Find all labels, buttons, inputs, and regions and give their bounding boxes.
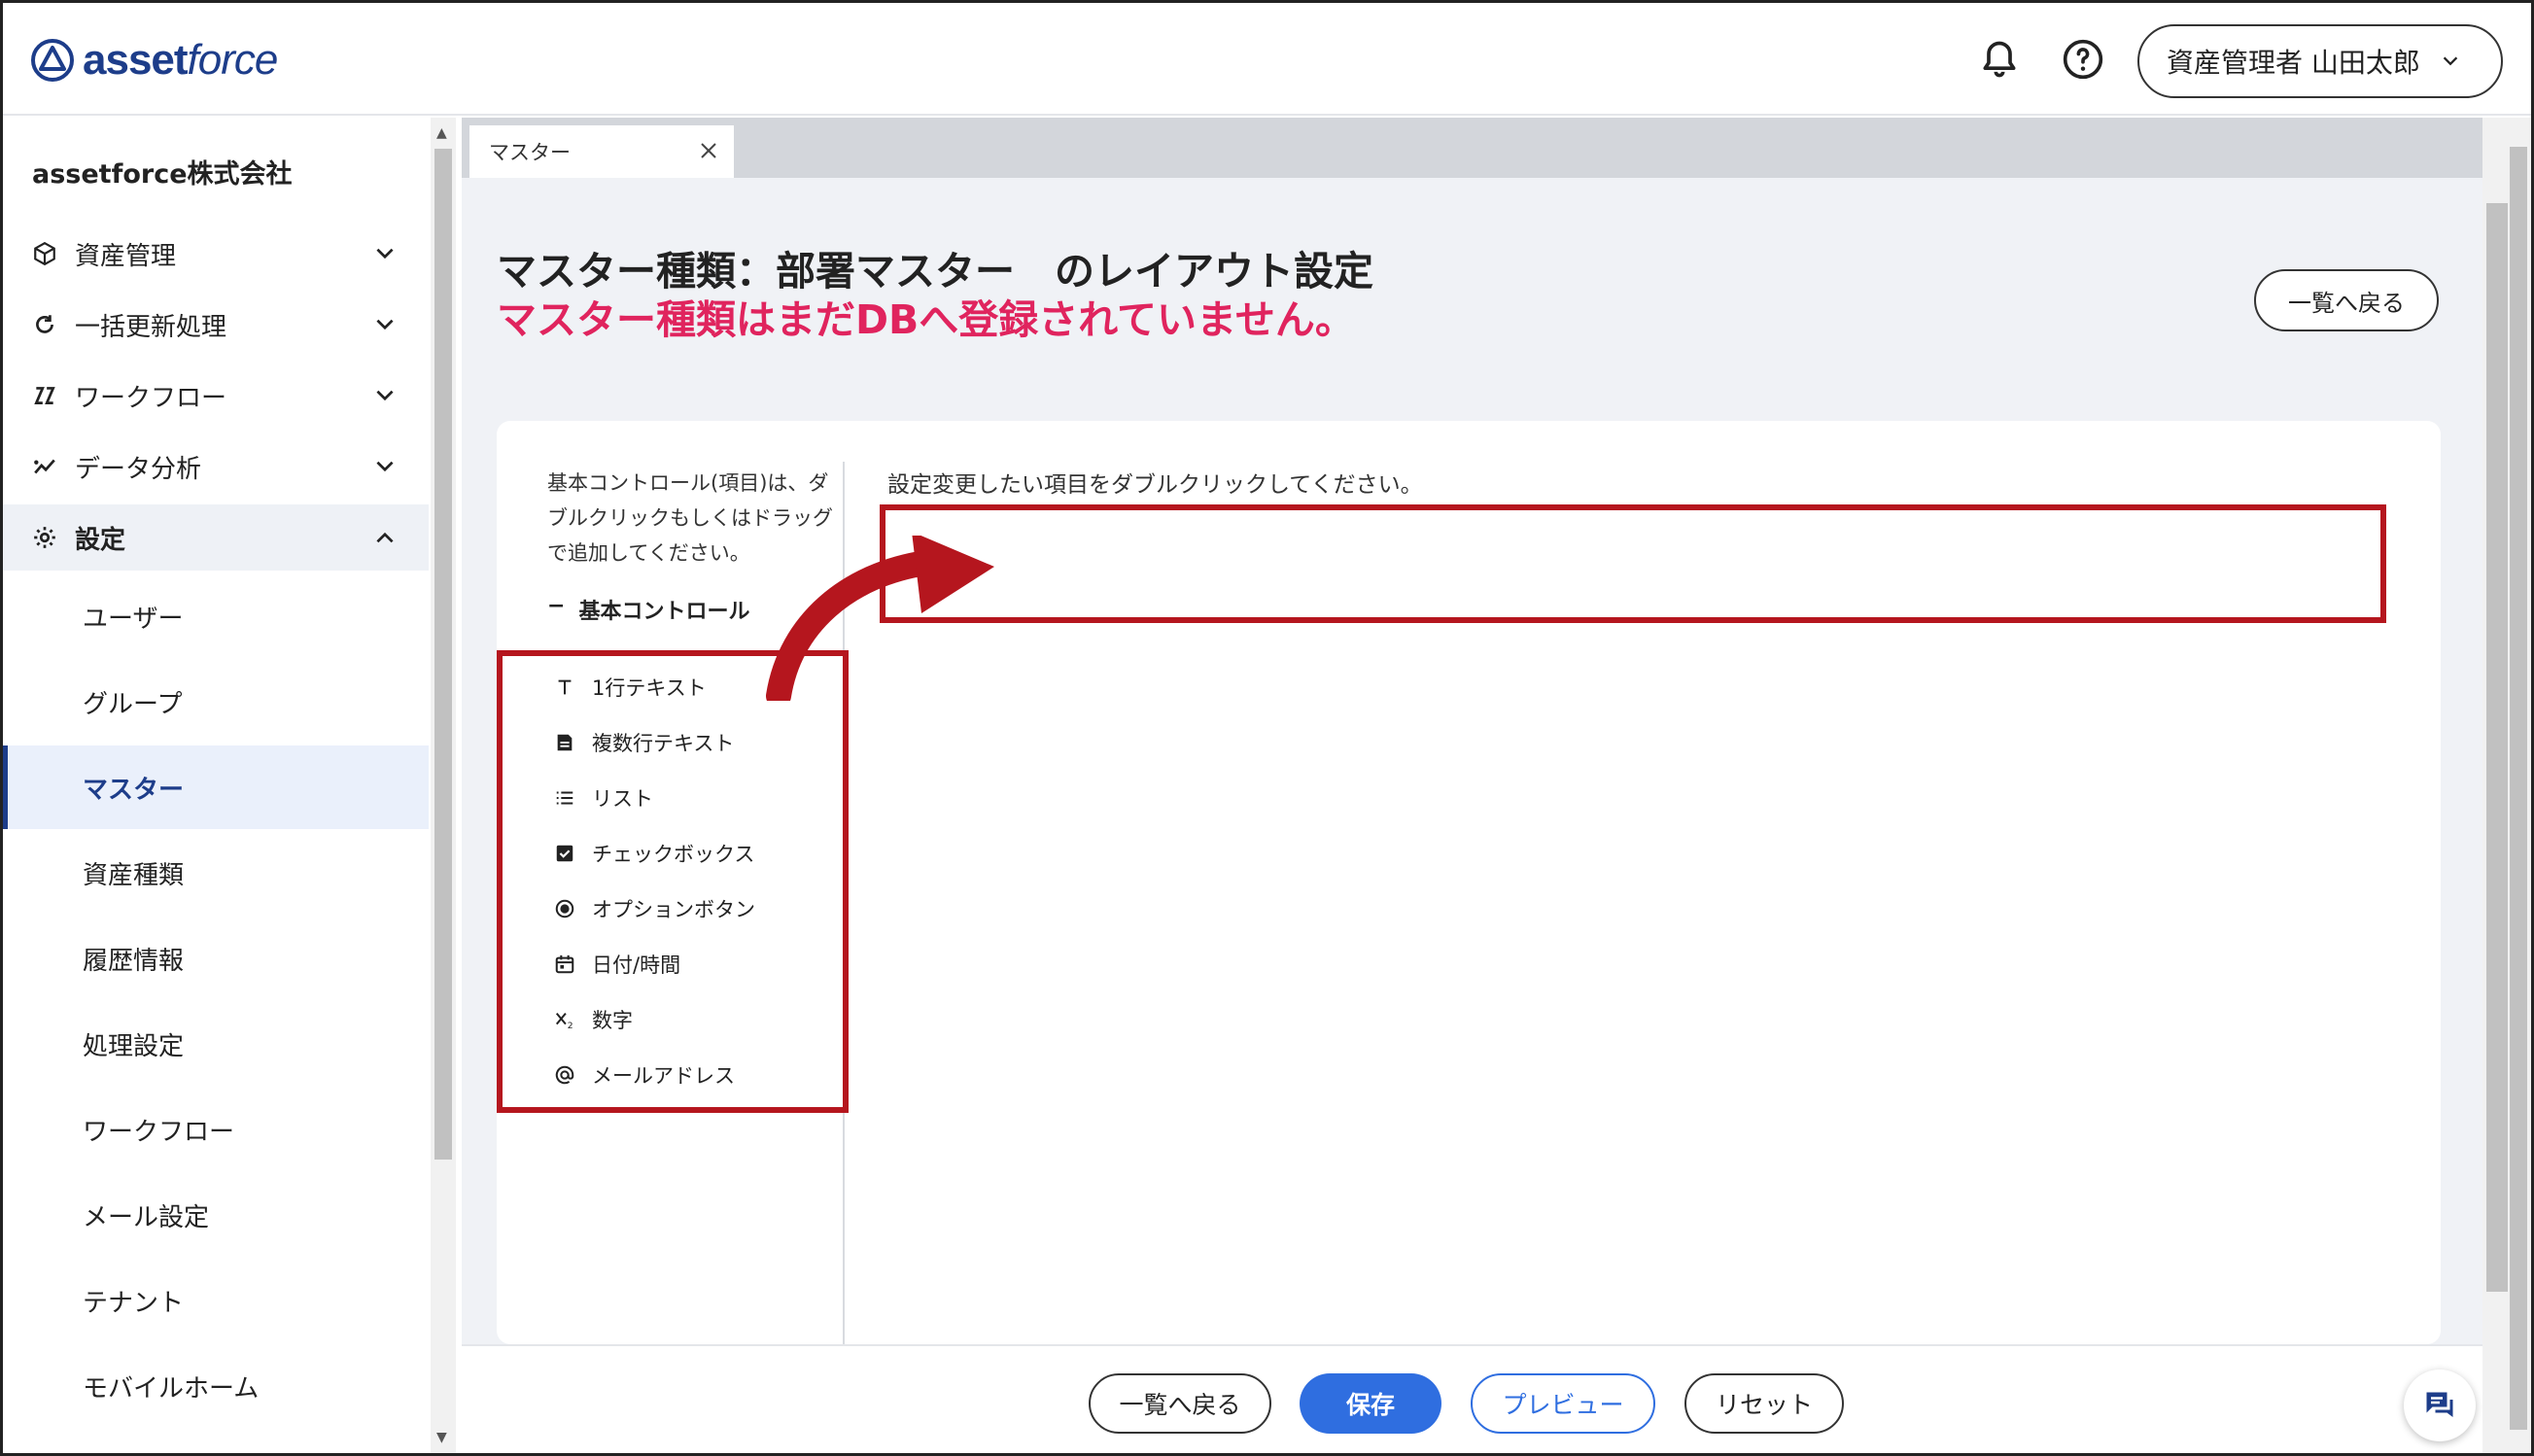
reset-button[interactable]: リセット bbox=[1684, 1373, 1844, 1434]
canvas-hint: 設定変更したい項目をダブルクリックしてください。 bbox=[887, 472, 1423, 498]
save-button[interactable]: 保存 bbox=[1300, 1373, 1441, 1434]
sidebar-item-settings[interactable]: 設定 bbox=[3, 504, 429, 571]
sidebar-item-label: データ分析 bbox=[75, 454, 202, 484]
chevron-down-icon bbox=[376, 248, 394, 260]
sidebar-subitem-user[interactable]: ユーザー bbox=[3, 574, 429, 658]
chevron-down-icon bbox=[376, 390, 394, 401]
chevron-down-icon bbox=[376, 319, 394, 330]
close-icon[interactable] bbox=[697, 139, 720, 162]
sidebar-item-label: ワークフロー bbox=[75, 383, 227, 413]
logo-icon bbox=[31, 39, 74, 82]
chevron-down-icon bbox=[376, 461, 394, 472]
preview-button[interactable]: プレビュー bbox=[1471, 1373, 1655, 1434]
sidebar-item-workflow[interactable]: ワークフロー bbox=[3, 363, 429, 429]
annotation-arrow-icon bbox=[766, 536, 994, 701]
bell-icon[interactable] bbox=[1978, 38, 2021, 81]
sidebar-subitem-mobile-home[interactable]: モバイルホーム bbox=[3, 1344, 429, 1428]
annotation-drop-zone-highlight[interactable] bbox=[880, 504, 2386, 623]
sidebar-subitem-history[interactable]: 履歴情報 bbox=[3, 917, 429, 1000]
help-icon[interactable] bbox=[2062, 38, 2104, 81]
tab-label: マスター bbox=[489, 141, 571, 164]
sidebar-item-label: 資産管理 bbox=[75, 241, 177, 271]
sidebar: assetforce株式会社 資産管理 一括更新処理 ワークフロー データ分析 … bbox=[3, 118, 429, 1453]
sidebar-subitem-mail-settings[interactable]: メール設定 bbox=[3, 1173, 429, 1257]
chevron-up-icon bbox=[376, 532, 394, 543]
sidebar-subitem-asset-type[interactable]: 資産種類 bbox=[3, 831, 429, 915]
warning-message: マスター種類はまだDBへ登録されていません。 bbox=[497, 296, 1355, 343]
sidebar-subitem-workflow[interactable]: ワークフロー bbox=[3, 1088, 429, 1171]
logo-text: assetforce bbox=[83, 36, 278, 84]
page-scrollbar-thumb[interactable] bbox=[2510, 147, 2527, 1430]
tab-master[interactable]: マスター bbox=[469, 125, 734, 178]
collapse-icon: − bbox=[547, 594, 566, 618]
sidebar-scrollbar[interactable]: ▲ ▼ bbox=[431, 118, 456, 1453]
sidebar-scrollbar-thumb[interactable] bbox=[434, 149, 452, 1160]
scroll-down-arrow-icon[interactable]: ▼ bbox=[436, 1430, 447, 1445]
chat-button[interactable] bbox=[2404, 1369, 2476, 1441]
sidebar-item-label: 一括更新処理 bbox=[75, 312, 227, 342]
scroll-up-arrow-icon[interactable]: ▲ bbox=[436, 125, 447, 141]
sidebar-subitem-process-settings[interactable]: 処理設定 bbox=[3, 1002, 429, 1086]
sidebar-item-data-analysis[interactable]: データ分析 bbox=[3, 433, 429, 500]
chevron-down-icon bbox=[2443, 56, 2458, 66]
gear-icon bbox=[34, 527, 55, 548]
back-to-list-button[interactable]: 一覧へ戻る bbox=[2254, 269, 2439, 331]
footer-action-bar: 一覧へ戻る 保存 プレビュー リセット bbox=[462, 1344, 2482, 1453]
user-menu-button[interactable]: 資産管理者 山田太郎 bbox=[2137, 24, 2503, 98]
top-header: assetforce 資産管理者 山田太郎 bbox=[3, 3, 2531, 116]
brand-logo[interactable]: assetforce bbox=[30, 36, 278, 85]
sidebar-item-label: 設定 bbox=[75, 525, 126, 555]
refresh-icon bbox=[36, 315, 53, 333]
chat-icon bbox=[2426, 1392, 2453, 1417]
app-window: assetforce 資産管理者 山田太郎 assetforce株式会社 資産管… bbox=[0, 0, 2534, 1456]
palette-section-header[interactable]: − 基本コントロール bbox=[547, 594, 749, 625]
palette-section-label: 基本コントロール bbox=[578, 600, 750, 624]
content-scrollbar-thumb[interactable] bbox=[2486, 203, 2508, 1292]
sidebar-subitem-group[interactable]: グループ bbox=[3, 660, 429, 744]
footer-back-button[interactable]: 一覧へ戻る bbox=[1089, 1373, 1271, 1434]
company-name: assetforce株式会社 bbox=[32, 159, 293, 190]
tab-bar: マスター bbox=[462, 118, 2510, 178]
sidebar-item-bulk-update[interactable]: 一括更新処理 bbox=[3, 292, 429, 358]
cube-icon bbox=[34, 241, 55, 266]
chart-icon bbox=[34, 459, 55, 474]
sidebar-subitem-tenant[interactable]: テナント bbox=[3, 1259, 429, 1342]
workflow-icon bbox=[34, 387, 55, 404]
main-scrollbar[interactable] bbox=[2482, 118, 2531, 1453]
user-name: 資産管理者 山田太郎 bbox=[2167, 47, 2420, 79]
annotation-palette-highlight bbox=[497, 650, 849, 1113]
sidebar-subitem-master[interactable]: マスター bbox=[3, 745, 429, 829]
sidebar-item-asset-management[interactable]: 資産管理 bbox=[3, 221, 429, 287]
